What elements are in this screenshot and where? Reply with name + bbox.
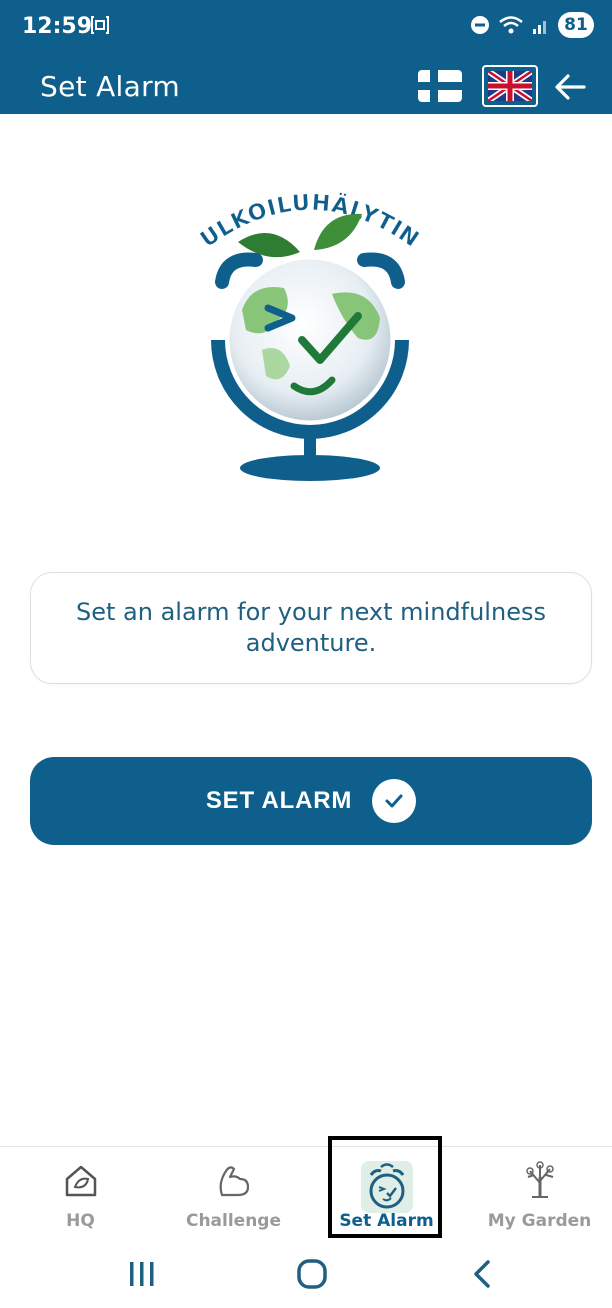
finnish-flag-icon[interactable] bbox=[418, 70, 462, 102]
status-icons: 81 bbox=[470, 12, 594, 38]
nav-label-hq: HQ bbox=[66, 1211, 95, 1231]
status-time: 12:59 bbox=[22, 14, 93, 39]
status-bar: 12:59 81 bbox=[0, 0, 612, 58]
alarm-clock-icon bbox=[360, 1161, 413, 1213]
system-nav bbox=[0, 1240, 612, 1308]
arrow-left-icon[interactable] bbox=[552, 72, 588, 102]
do-not-disturb-icon bbox=[471, 16, 489, 34]
set-alarm-button[interactable]: SET ALARM bbox=[30, 757, 592, 845]
app-bar: Set Alarm bbox=[0, 58, 612, 114]
home-icon[interactable] bbox=[292, 1258, 332, 1290]
message-text: Set an alarm for your next mindfulness a… bbox=[76, 598, 546, 657]
logo-text: ULKOILUHÄLYTIN bbox=[196, 190, 423, 253]
uk-flag-icon bbox=[486, 68, 534, 104]
bottom-nav: HQ Challenge Set Alarm My Garden bbox=[0, 1146, 612, 1238]
nav-item-set-alarm[interactable]: Set Alarm bbox=[310, 1147, 463, 1239]
uk-flag-button[interactable] bbox=[482, 65, 538, 107]
nav-item-challenge[interactable]: Challenge bbox=[157, 1147, 310, 1239]
nav-label-challenge: Challenge bbox=[185, 1211, 282, 1231]
nav-item-hq[interactable]: HQ bbox=[4, 1147, 157, 1239]
svg-text:ULKOILUHÄLYTIN: ULKOILUHÄLYTIN bbox=[196, 191, 424, 253]
recent-apps-icon[interactable] bbox=[122, 1258, 162, 1290]
nav-label-set-alarm: Set Alarm bbox=[339, 1211, 434, 1231]
check-icon bbox=[372, 779, 417, 823]
signal-icon bbox=[533, 21, 546, 34]
page-title: Set Alarm bbox=[40, 70, 180, 103]
ulkoiluhalytin-logo: ULKOILUHÄLYTIN bbox=[196, 190, 424, 481]
screenshot-icon bbox=[91, 16, 109, 34]
message-card: Set an alarm for your next mindfulness a… bbox=[30, 572, 592, 684]
battery-icon: 81 bbox=[558, 12, 594, 38]
nav-item-my-garden[interactable]: My Garden bbox=[463, 1147, 612, 1239]
tree-icon bbox=[525, 1161, 554, 1198]
nav-label-my-garden: My Garden bbox=[487, 1211, 592, 1231]
back-chevron-icon[interactable] bbox=[464, 1258, 504, 1290]
set-alarm-label: SET ALARM bbox=[205, 787, 353, 814]
flexed-arm-icon bbox=[219, 1166, 249, 1197]
house-leaf-icon bbox=[65, 1165, 96, 1197]
wifi-icon bbox=[499, 16, 523, 34]
